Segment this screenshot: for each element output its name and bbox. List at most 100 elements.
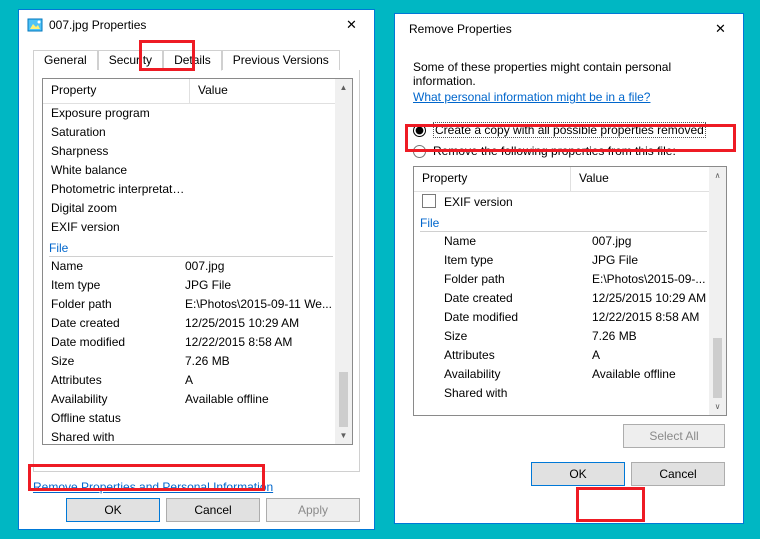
list-item[interactable]: Exposure program bbox=[43, 104, 335, 123]
scroll-down-icon[interactable]: ▼ bbox=[335, 427, 352, 444]
property-value bbox=[185, 182, 335, 197]
scrollbar[interactable]: ∧ ∨ bbox=[709, 167, 726, 415]
property-value bbox=[185, 125, 335, 140]
property-name: Attributes bbox=[51, 373, 185, 388]
ok-button[interactable]: OK bbox=[531, 462, 625, 486]
list-item[interactable]: AvailabilityAvailable offline bbox=[414, 365, 709, 384]
list-item[interactable]: Date modified12/22/2015 8:58 AM bbox=[414, 308, 709, 327]
list-item[interactable]: White balance bbox=[43, 161, 335, 180]
list-item[interactable]: Saturation bbox=[43, 123, 335, 142]
list-item[interactable]: Date created12/25/2015 10:29 AM bbox=[43, 314, 335, 333]
list-item[interactable]: Photometric interpretation bbox=[43, 180, 335, 199]
scrollbar[interactable]: ▲ ▼ bbox=[335, 79, 352, 444]
radio-remove-following-label: Remove the following properties from thi… bbox=[433, 144, 676, 158]
list-item[interactable]: Name007.jpg bbox=[414, 232, 709, 251]
list-item[interactable]: Item typeJPG File bbox=[43, 276, 335, 295]
property-name: Exposure program bbox=[51, 106, 185, 121]
list-item[interactable]: Folder pathE:\Photos\2015-09-... bbox=[414, 270, 709, 289]
property-name: Item type bbox=[422, 253, 592, 268]
property-value: 007.jpg bbox=[592, 234, 709, 249]
cancel-button[interactable]: Cancel bbox=[631, 462, 725, 486]
list-item[interactable]: Name007.jpg bbox=[43, 257, 335, 276]
radio-remove-following[interactable]: Remove the following properties from thi… bbox=[413, 144, 725, 158]
property-value: 12/22/2015 8:58 AM bbox=[185, 335, 335, 350]
property-value: E:\Photos\2015-09-... bbox=[592, 272, 709, 287]
list-item[interactable]: AvailabilityAvailable offline bbox=[43, 390, 335, 409]
property-value bbox=[185, 201, 335, 216]
what-info-link[interactable]: What personal information might be in a … bbox=[413, 90, 650, 104]
tab-security[interactable]: Security bbox=[98, 50, 163, 70]
file-rows: Name007.jpgItem typeJPG FileFolder pathE… bbox=[43, 257, 335, 444]
close-button[interactable]: ✕ bbox=[329, 10, 374, 40]
image-file-icon bbox=[27, 17, 43, 33]
header-value[interactable]: Value bbox=[190, 79, 335, 103]
property-value: A bbox=[185, 373, 335, 388]
list-item[interactable]: Digital zoom bbox=[43, 199, 335, 218]
dialog-buttons: OK Cancel bbox=[413, 448, 725, 486]
scroll-up-icon[interactable]: ∧ bbox=[709, 167, 726, 184]
header-property[interactable]: Property bbox=[43, 79, 190, 103]
property-value: 7.26 MB bbox=[185, 354, 335, 369]
property-name: Digital zoom bbox=[51, 201, 185, 216]
property-name: Folder path bbox=[422, 272, 592, 287]
list-item[interactable]: Shared with bbox=[414, 384, 709, 403]
property-list: Property Value Exposure program Saturatio… bbox=[42, 78, 353, 445]
tab-general[interactable]: General bbox=[33, 50, 98, 70]
list-item[interactable]: Shared with bbox=[43, 428, 335, 444]
property-value bbox=[185, 163, 335, 178]
select-all-button: Select All bbox=[623, 424, 725, 448]
scroll-up-icon[interactable]: ▲ bbox=[335, 79, 352, 96]
list-item[interactable]: Date modified12/22/2015 8:58 AM bbox=[43, 333, 335, 352]
list-item[interactable]: Item typeJPG File bbox=[414, 251, 709, 270]
apply-button: Apply bbox=[266, 498, 360, 522]
remove-properties-link[interactable]: Remove Properties and Personal Informati… bbox=[33, 480, 273, 494]
dialog-buttons: OK Cancel Apply bbox=[19, 494, 374, 530]
property-value bbox=[592, 386, 709, 401]
property-name: White balance bbox=[51, 163, 185, 178]
radio-remove-following-input[interactable] bbox=[413, 145, 426, 158]
scroll-thumb[interactable] bbox=[713, 338, 722, 398]
list-item[interactable]: Folder pathE:\Photos\2015-09-11 We... bbox=[43, 295, 335, 314]
property-name: Date created bbox=[51, 316, 185, 331]
cancel-button[interactable]: Cancel bbox=[166, 498, 260, 522]
list-item[interactable]: Date created12/25/2015 10:29 AM bbox=[414, 289, 709, 308]
header-property[interactable]: Property bbox=[414, 167, 571, 191]
window-title: Remove Properties bbox=[403, 22, 512, 36]
header-value[interactable]: Value bbox=[571, 167, 709, 191]
scroll-down-icon[interactable]: ∨ bbox=[709, 398, 726, 415]
close-button[interactable]: ✕ bbox=[698, 14, 743, 44]
property-value: 7.26 MB bbox=[592, 329, 709, 344]
tab-details[interactable]: Details bbox=[163, 50, 222, 71]
property-value bbox=[185, 144, 335, 159]
property-name: Folder path bbox=[51, 297, 185, 312]
list-item[interactable]: Size7.26 MB bbox=[43, 352, 335, 371]
ok-button[interactable]: OK bbox=[66, 498, 160, 522]
list-item[interactable]: AttributesA bbox=[414, 346, 709, 365]
list-item[interactable]: Sharpness bbox=[43, 142, 335, 161]
property-name: Date modified bbox=[51, 335, 185, 350]
property-value bbox=[185, 430, 335, 444]
radio-create-copy-input[interactable] bbox=[413, 124, 426, 137]
tab-previous-versions[interactable]: Previous Versions bbox=[222, 50, 340, 70]
scroll-thumb[interactable] bbox=[339, 372, 348, 427]
property-value bbox=[185, 411, 335, 426]
checkbox-exif-version[interactable]: EXIF version bbox=[422, 194, 570, 210]
property-value bbox=[185, 220, 335, 235]
list-item[interactable]: Offline status bbox=[43, 409, 335, 428]
property-value: 12/22/2015 8:58 AM bbox=[592, 310, 709, 325]
list-header: Property Value bbox=[414, 167, 709, 192]
list-item[interactable]: Size7.26 MB bbox=[414, 327, 709, 346]
list-item[interactable]: AttributesA bbox=[43, 371, 335, 390]
titlebar[interactable]: 007.jpg Properties ✕ bbox=[19, 10, 374, 40]
group-file: File bbox=[43, 237, 335, 257]
list-item[interactable]: EXIF version bbox=[414, 192, 709, 212]
group-file: File bbox=[414, 212, 709, 232]
property-name: Name bbox=[422, 234, 592, 249]
property-list: Property Value EXIF version File Name007… bbox=[413, 166, 727, 416]
property-name: Saturation bbox=[51, 125, 185, 140]
property-value bbox=[185, 106, 335, 121]
titlebar[interactable]: Remove Properties ✕ bbox=[395, 14, 743, 44]
list-item[interactable]: EXIF version bbox=[43, 218, 335, 237]
radio-create-copy[interactable]: Create a copy with all possible properti… bbox=[413, 122, 725, 138]
property-value: 12/25/2015 10:29 AM bbox=[592, 291, 709, 306]
